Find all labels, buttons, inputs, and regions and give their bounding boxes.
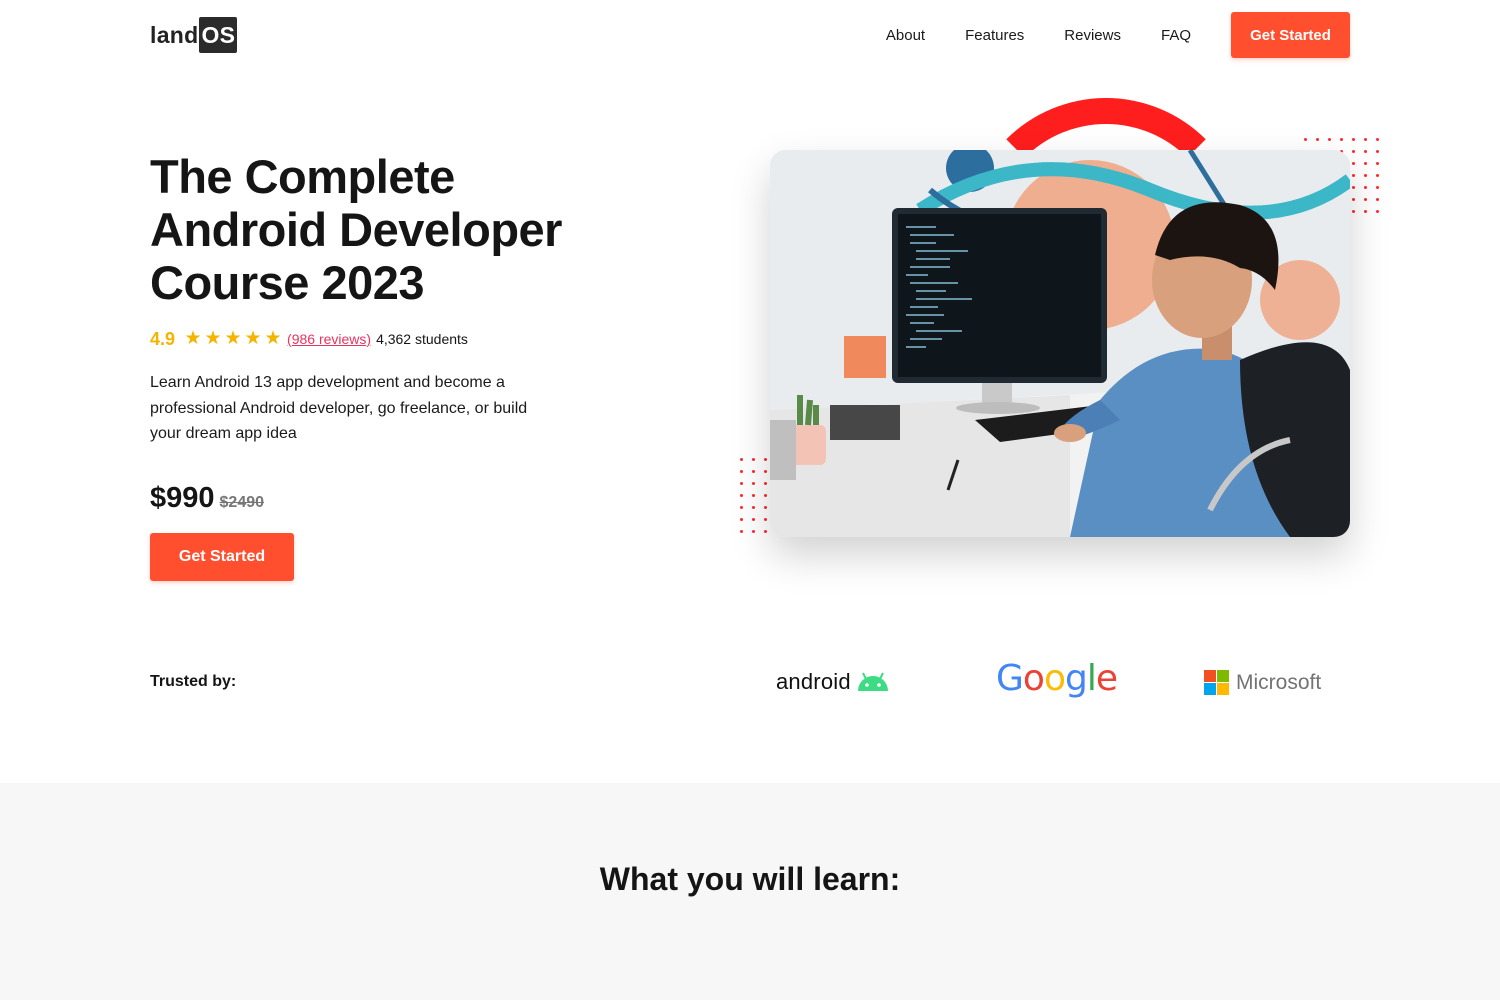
decorative-dot (752, 470, 755, 473)
student-count: 4,362 students (376, 331, 468, 347)
google-letter: g (1064, 658, 1088, 699)
decorative-dot (1364, 138, 1367, 141)
decorative-dot (740, 470, 743, 473)
decorative-dot (1376, 162, 1379, 165)
star-icon: ★ (224, 328, 242, 349)
decorative-dot (740, 494, 743, 497)
star-icon: ★ (244, 328, 262, 349)
decorative-dot (1352, 162, 1355, 165)
decorative-dot (1376, 138, 1379, 141)
decorative-dot (740, 530, 743, 533)
star-icon: ★ (204, 328, 222, 349)
decorative-dots-bottom (740, 458, 774, 534)
trusted-by-label: Trusted by: (150, 673, 237, 690)
decorative-dot (1376, 198, 1379, 201)
decorative-dot (1340, 138, 1343, 141)
google-letter: e (1095, 658, 1118, 699)
logo-text-land: land (150, 21, 199, 48)
logo-text-os: OS (199, 17, 238, 53)
original-price: $2490 (219, 494, 265, 511)
star-icon: ★ (184, 328, 202, 349)
decorative-dot (740, 518, 743, 521)
android-wordmark: android (776, 669, 851, 694)
decorative-dot (764, 518, 767, 521)
google-letter: G (996, 658, 1024, 699)
decorative-dot (1364, 186, 1367, 189)
decorative-dot (740, 506, 743, 509)
star-icon: ★ (264, 328, 282, 349)
rating-row: 4.9 ★ ★ ★ ★ ★ (986 reviews) 4,362 studen… (150, 327, 468, 351)
decorative-dot (764, 494, 767, 497)
main-nav: About Features Reviews FAQ Get Started (886, 12, 1350, 58)
decorative-dot (764, 506, 767, 509)
nav-reviews-link[interactable]: Reviews (1064, 27, 1121, 44)
decorative-dot (740, 458, 743, 461)
decorative-dot (1304, 138, 1307, 141)
current-price: $990 (150, 482, 215, 514)
price-row: $990 $2490 (150, 482, 264, 515)
decorative-dot (752, 482, 755, 485)
decorative-dot (1328, 138, 1331, 141)
decorative-dot (1364, 162, 1367, 165)
reviews-link[interactable]: (986 reviews) (287, 331, 371, 347)
google-letter: l (1086, 658, 1097, 699)
nav-about-link[interactable]: About (886, 27, 925, 44)
decorative-dot (1352, 198, 1355, 201)
microsoft-wordmark: Microsoft (1236, 670, 1322, 694)
android-robot-icon (857, 672, 888, 691)
decorative-dot (1376, 150, 1379, 153)
google-wordmark: Google (996, 658, 1118, 699)
decorative-dot (752, 518, 755, 521)
hero-description: Learn Android 13 app development and bec… (150, 374, 528, 442)
star-rating: ★ ★ ★ ★ ★ (183, 329, 283, 349)
decorative-dot (1364, 150, 1367, 153)
decorative-dot (1352, 186, 1355, 189)
decorative-dot (764, 458, 767, 461)
hero-title: The Complete Android Developer Course 20… (150, 150, 562, 309)
decorative-dot (752, 458, 755, 461)
hero-get-started-button[interactable]: Get Started (150, 533, 294, 581)
google-logo: Google (996, 658, 1118, 699)
learn-section: What you will learn: (0, 783, 1500, 1000)
decorative-dot (752, 506, 755, 509)
microsoft-logo: Microsoft (1204, 669, 1321, 696)
hero-image (770, 150, 1350, 537)
decorative-dot (1376, 174, 1379, 177)
google-letter: o (1043, 658, 1066, 699)
google-letter: o (1022, 658, 1045, 699)
decorative-dot (1376, 186, 1379, 189)
decorative-dot (1316, 138, 1319, 141)
decorative-dot (1352, 138, 1355, 141)
nav-faq-link[interactable]: FAQ (1161, 27, 1191, 44)
nav-features-link[interactable]: Features (965, 27, 1024, 44)
brand-logo[interactable]: land OS (150, 17, 238, 53)
decorative-dot (1376, 210, 1379, 213)
learn-section-title: What you will learn: (599, 861, 901, 897)
decorative-dot (1352, 210, 1355, 213)
decorative-dot (764, 482, 767, 485)
decorative-dot (764, 470, 767, 473)
microsoft-squares-icon (1204, 670, 1229, 695)
decorative-dot (740, 482, 743, 485)
decorative-dot (752, 494, 755, 497)
developer-at-computer-illustration (770, 150, 1350, 537)
decorative-dot (752, 530, 755, 533)
decorative-dot (1364, 174, 1367, 177)
rating-value: 4.9 (150, 328, 176, 349)
decorative-dot (1352, 150, 1355, 153)
decorative-dot (1364, 198, 1367, 201)
decorative-dot (1352, 174, 1355, 177)
android-logo: android (776, 666, 890, 698)
decorative-dot (1364, 210, 1367, 213)
header-get-started-button[interactable]: Get Started (1231, 12, 1350, 58)
decorative-dot (764, 530, 767, 533)
